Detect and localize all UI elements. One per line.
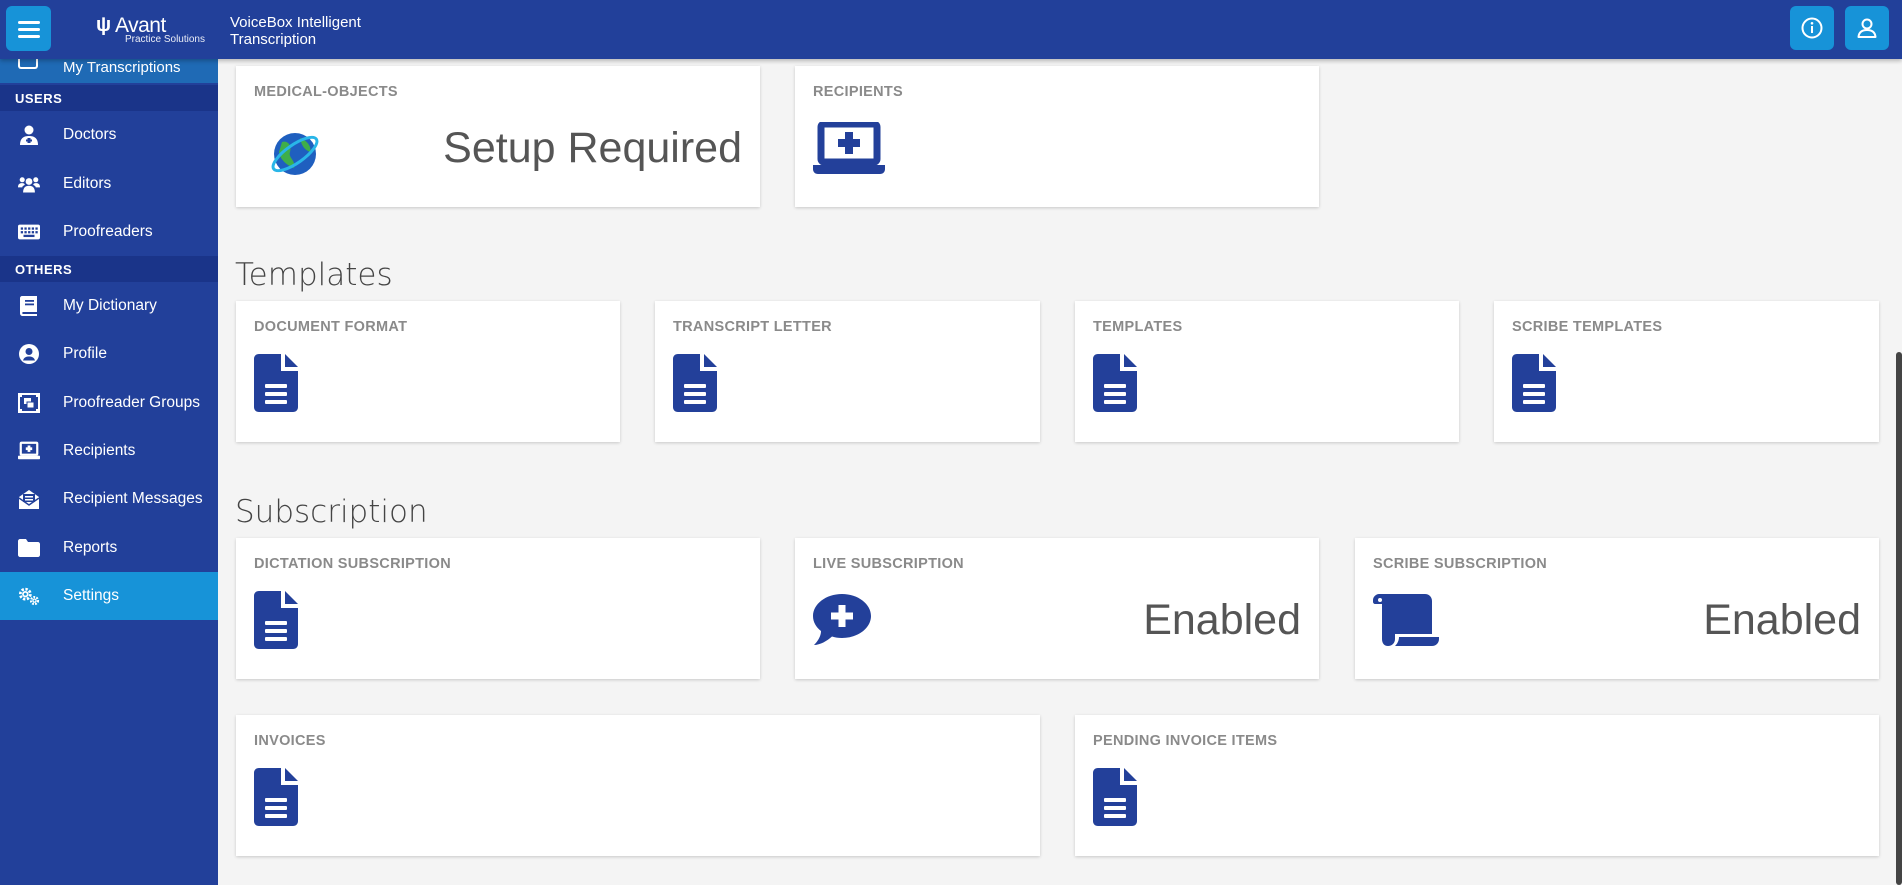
user-icon [1857,18,1877,38]
info-icon [1801,17,1823,39]
file-alt-icon [1512,354,1556,417]
sidebar-item-recipients[interactable]: Recipients [0,427,218,475]
book-icon [17,295,41,317]
app-title: VoiceBox Intelligent Transcription [230,14,361,48]
laptop-medical-icon [17,440,41,462]
sidebar: My Transcriptions USERS Doctors Editors … [0,59,218,885]
file-alt-icon [1093,768,1137,831]
sidebar-section-users: USERS [0,85,218,111]
file-alt-icon [673,354,717,417]
card-title: PENDING INVOICE ITEMS [1093,733,1278,749]
card-title: RECIPIENTS [813,84,904,100]
sidebar-section-others: OTHERS [0,256,218,282]
users-icon [17,173,41,195]
cogs-icon [17,585,41,607]
card-title: DOCUMENT FORMAT [254,319,408,335]
sidebar-item-label: Recipient Messages [63,490,203,507]
document-format-card[interactable]: DOCUMENT FORMAT [236,301,620,442]
file-alt-icon [1093,354,1137,417]
card-title: LIVE SUBSCRIPTION [813,556,964,572]
sidebar-item-profile[interactable]: Profile [0,330,218,378]
sidebar-item-proofreaders[interactable]: Proofreaders [0,208,218,256]
subscription-section-title: Subscription [235,494,428,530]
transcript-letter-card[interactable]: TRANSCRIPT LETTER [655,301,1040,442]
card-title: MEDICAL-OBJECTS [254,84,398,100]
sidebar-item-label: Recipients [63,442,136,459]
sidebar-item-label: Reports [63,539,118,556]
logo-mark-icon: ψ [96,14,112,36]
scribe-templates-card[interactable]: SCRIBE TEMPLATES [1494,301,1879,442]
templates-card[interactable]: TEMPLATES [1075,301,1459,442]
templates-section-title: Templates [235,257,393,293]
scribe-subscription-card[interactable]: SCRIBE SUBSCRIPTION Enabled [1355,538,1879,679]
user-md-icon [17,124,41,146]
invoices-card[interactable]: INVOICES [236,715,1040,856]
card-title: TRANSCRIPT LETTER [673,319,832,335]
hamburger-icon [17,20,40,38]
pending-invoice-items-card[interactable]: PENDING INVOICE ITEMS [1075,715,1879,856]
medical-objects-card[interactable]: MEDICAL-OBJECTS Setup Required [236,66,760,207]
sidebar-item-label: My Transcriptions [63,59,181,76]
main-content: MEDICAL-OBJECTS Setup Required RECIPIENT… [218,59,1902,885]
live-subscription-status: Enabled [1143,596,1301,644]
sidebar-item-label: Settings [63,587,120,604]
sidebar-item-label: My Dictionary [63,297,157,314]
card-title: TEMPLATES [1093,319,1183,335]
object-group-icon [17,392,41,414]
card-title: DICTATION SUBSCRIPTION [254,556,451,572]
scroll-icon [1373,594,1439,651]
sidebar-item-proofreader-groups[interactable]: Proofreader Groups [0,379,218,427]
info-button[interactable] [1790,6,1834,50]
scribe-subscription-status: Enabled [1703,596,1861,644]
sidebar-item-editors[interactable]: Editors [0,160,218,208]
globe-logo-icon [270,130,320,183]
sidebar-item-my-dictionary[interactable]: My Dictionary [0,282,218,330]
card-title: SCRIBE TEMPLATES [1512,319,1663,335]
logo-subtitle: Practice Solutions [124,34,205,45]
top-navbar: ψ Avant Practice Solutions VoiceBox Inte… [0,0,1902,59]
sidebar-item-label: Proofreaders [63,223,153,240]
envelope-open-icon [17,488,41,510]
laptop-medical-icon [813,120,885,179]
comment-medical-icon [813,594,871,651]
menu-toggle-button[interactable] [6,6,51,51]
sidebar-item-reports[interactable]: Reports [0,524,218,572]
dictation-subscription-card[interactable]: DICTATION SUBSCRIPTION [236,538,760,679]
sidebar-item-doctors[interactable]: Doctors [0,111,218,159]
live-subscription-card[interactable]: LIVE SUBSCRIPTION Enabled [795,538,1319,679]
page-scrollbar[interactable] [1896,352,1902,885]
sidebar-item-label: Editors [63,175,112,192]
sidebar-item-settings[interactable]: Settings [0,572,218,620]
file-alt-icon [254,591,298,654]
card-title: INVOICES [254,733,326,749]
sidebar-item-recipient-messages[interactable]: Recipient Messages [0,475,218,523]
user-circle-icon [17,343,41,365]
sidebar-item-my-transcriptions[interactable]: My Transcriptions [0,59,218,83]
keyboard-icon [17,221,41,243]
sidebar-item-label: Profile [63,345,107,362]
sidebar-item-label: Doctors [63,126,117,143]
avant-logo[interactable]: ψ Avant Practice Solutions [93,12,205,48]
card-title: SCRIBE SUBSCRIPTION [1373,556,1548,572]
sidebar-item-label: Proofreader Groups [63,394,200,411]
medical-objects-status: Setup Required [443,124,742,172]
recipients-card[interactable]: RECIPIENTS [795,66,1319,207]
transcriptions-icon [18,59,38,69]
file-alt-icon [254,354,298,417]
file-alt-icon [254,768,298,831]
user-account-button[interactable] [1845,6,1889,50]
folder-icon [17,537,41,559]
